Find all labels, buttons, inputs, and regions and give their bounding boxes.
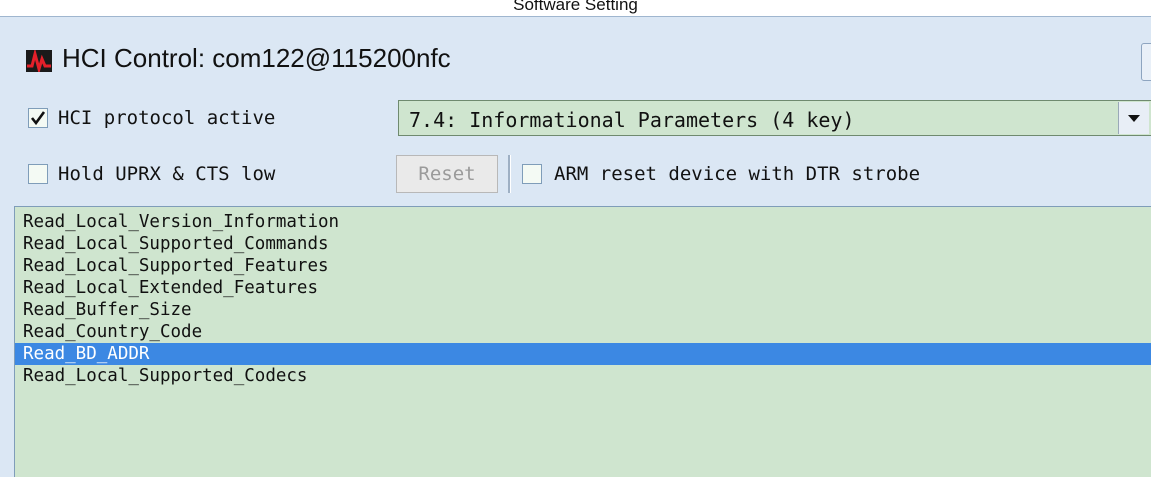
parameter-group-value: 7.4: Informational Parameters (4 key) [409,108,855,132]
command-item[interactable]: Read_Local_Supported_Features [15,255,1151,277]
hci-control-window: HCI Control: com122@115200nfc HCI protoc… [0,16,1151,477]
command-item[interactable]: Read_Buffer_Size [15,299,1151,321]
hold-uprx-checkbox[interactable] [28,164,48,184]
window-control-button[interactable] [1141,43,1151,81]
waveform-app-icon [26,50,52,72]
parameter-group-select[interactable]: 7.4: Informational Parameters (4 key) [398,100,1151,136]
dropdown-button[interactable] [1118,102,1149,134]
window-title: HCI Control: com122@115200nfc [62,43,451,73]
command-listbox[interactable]: Read_Local_Version_Information Read_Loca… [14,206,1151,477]
hold-uprx-label: Hold UPRX & CTS low [58,163,276,185]
command-item[interactable]: Read_Country_Code [15,321,1151,343]
options-row: Hold UPRX & CTS low Reset ARM reset devi… [0,149,1151,199]
arm-reset-label: ARM reset device with DTR strobe [554,163,921,185]
protocol-row: HCI protocol active 7.4: Informational P… [0,93,1151,143]
hci-protocol-checkbox[interactable] [28,108,48,128]
command-item-selected[interactable]: Read_BD_ADDR [15,343,1151,365]
dropdown-arrow-icon [1128,115,1140,122]
title-bar[interactable]: HCI Control: com122@115200nfc [0,17,1151,87]
separator [508,155,511,193]
check-icon [30,111,46,126]
image-caption: Software Setting [513,0,638,14]
arm-reset-checkbox[interactable] [522,164,542,184]
reset-button[interactable]: Reset [396,155,498,193]
command-item[interactable]: Read_Local_Supported_Codecs [15,365,1151,387]
command-item[interactable]: Read_Local_Version_Information [15,211,1151,233]
command-item[interactable]: Read_Local_Supported_Commands [15,233,1151,255]
command-item[interactable]: Read_Local_Extended_Features [15,277,1151,299]
hci-protocol-label: HCI protocol active [58,107,276,129]
